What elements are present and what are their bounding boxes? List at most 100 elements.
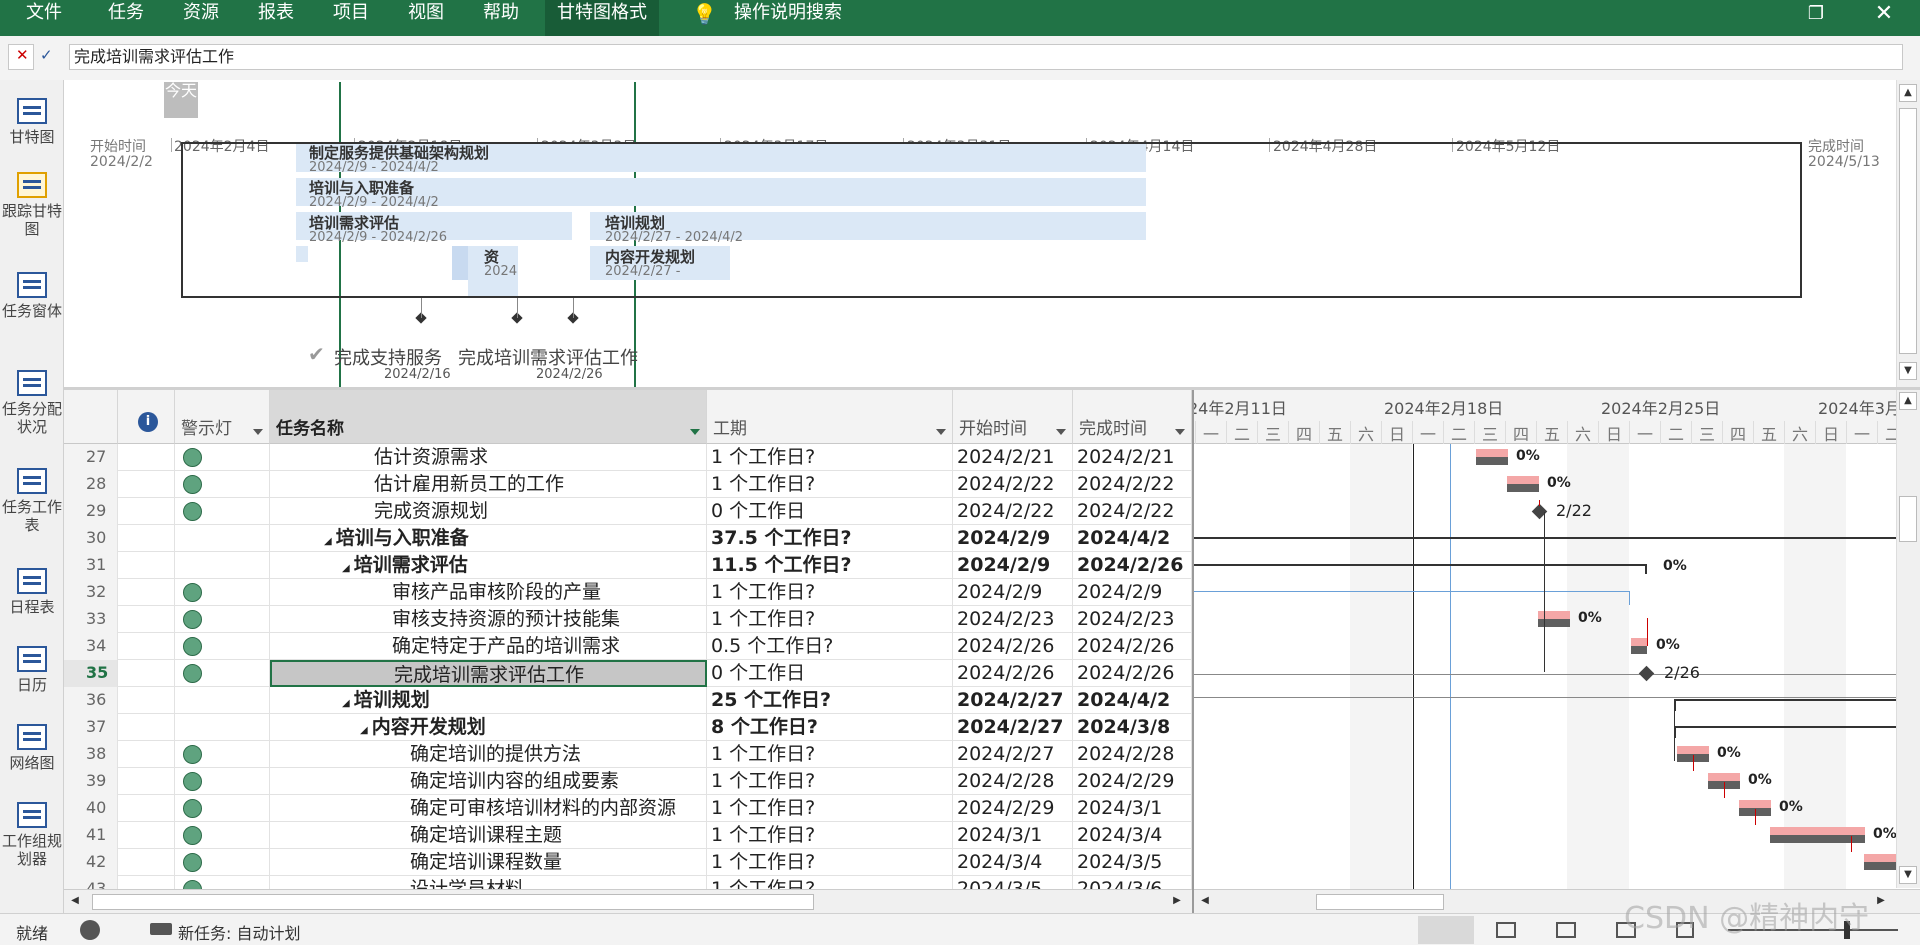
row-id[interactable]: 41 — [64, 822, 118, 849]
finish-cell[interactable]: 2024/4/2 — [1073, 687, 1192, 714]
scroll-left-icon[interactable]: ◀ — [1196, 893, 1214, 911]
row-id[interactable]: 29 — [64, 498, 118, 525]
task-name-cell[interactable]: ◢ 培训规划 — [270, 687, 707, 714]
start-cell[interactable]: 2024/2/22 — [953, 471, 1073, 498]
finish-cell[interactable]: 2024/2/22 — [1073, 471, 1192, 498]
start-cell[interactable]: 2024/3/1 — [953, 822, 1073, 849]
start-cell[interactable]: 2024/2/22 — [953, 498, 1073, 525]
table-row[interactable]: 33 审核支持资源的预计技能集 1 个工作日? 2024/2/23 2024/2/23 — [64, 606, 1192, 633]
view-network[interactable]: 网络图 — [0, 724, 64, 772]
task-name-cell[interactable]: ◢ 内容开发规划 — [270, 714, 707, 741]
scroll-right-icon[interactable]: ▶ — [1872, 893, 1890, 911]
collapse-triangle-icon[interactable]: ◢ — [324, 536, 332, 547]
info-cell[interactable] — [118, 525, 175, 552]
row-id[interactable]: 35 — [64, 660, 118, 687]
start-column-header[interactable]: 开始时间 — [953, 390, 1073, 444]
indicator-cell[interactable] — [175, 768, 270, 795]
finish-cell[interactable]: 2024/3/4 — [1073, 822, 1192, 849]
row-id[interactable]: 32 — [64, 579, 118, 606]
info-cell[interactable] — [118, 687, 175, 714]
scroll-thumb[interactable] — [1316, 894, 1444, 910]
duration-cell[interactable]: 0 个工作日 — [707, 498, 953, 525]
start-cell[interactable]: 2024/3/4 — [953, 849, 1073, 876]
task-name-cell[interactable]: 估计资源需求 — [270, 444, 707, 471]
timeline-bar[interactable] — [296, 246, 308, 262]
duration-cell[interactable]: 37.5 个工作日? — [707, 525, 953, 552]
scroll-down-icon[interactable]: ▼ — [1899, 362, 1917, 380]
task-name-cell[interactable]: 设计学员材料 — [270, 876, 707, 890]
duration-cell[interactable]: 1 个工作日? — [707, 444, 953, 471]
finish-cell[interactable]: 2024/2/26 — [1073, 633, 1192, 660]
row-id[interactable]: 43 — [64, 876, 118, 890]
table-row[interactable]: 29 完成资源规划 0 个工作日 2024/2/22 2024/2/22 — [64, 498, 1192, 525]
duration-cell[interactable]: 25 个工作日? — [707, 687, 953, 714]
collapse-triangle-icon[interactable]: ◢ — [360, 725, 368, 736]
info-cell[interactable] — [118, 849, 175, 876]
start-cell[interactable]: 2024/2/27 — [953, 741, 1073, 768]
start-cell[interactable]: 2024/2/26 — [953, 660, 1073, 687]
name-column-header[interactable]: 任务名称 — [270, 390, 707, 444]
duration-cell[interactable]: 1 个工作日? — [707, 795, 953, 822]
indicator-cell[interactable] — [175, 579, 270, 606]
select-all-header[interactable] — [64, 390, 118, 444]
start-cell[interactable]: 2024/2/27 — [953, 714, 1073, 741]
tab-resource[interactable]: 资源 — [171, 0, 231, 36]
scroll-left-icon[interactable]: ◀ — [66, 893, 84, 911]
finish-cell[interactable]: 2024/2/21 — [1073, 444, 1192, 471]
task-name-cell[interactable]: 确定培训课程数量 — [270, 849, 707, 876]
finish-cell[interactable]: 2024/2/26 — [1073, 660, 1192, 687]
team-planner-shortcut-icon[interactable] — [1556, 922, 1576, 938]
table-row[interactable]: 27 估计资源需求 1 个工作日? 2024/2/21 2024/2/21 — [64, 444, 1192, 471]
view-tracking-gantt[interactable]: 跟踪甘特图 — [0, 172, 64, 238]
info-cell[interactable] — [118, 444, 175, 471]
milestone-marker[interactable] — [1638, 665, 1655, 682]
tab-task[interactable]: 任务 — [96, 0, 156, 36]
info-cell[interactable] — [118, 606, 175, 633]
finish-cell[interactable]: 2024/2/26 — [1073, 552, 1192, 579]
info-cell[interactable] — [118, 822, 175, 849]
start-cell[interactable]: 2024/2/9 — [953, 552, 1073, 579]
tab-report[interactable]: 报表 — [246, 0, 306, 36]
start-cell[interactable]: 2024/2/27 — [953, 687, 1073, 714]
summary-bar[interactable] — [1194, 537, 1896, 539]
info-cell[interactable] — [118, 471, 175, 498]
indicator-cell[interactable] — [175, 876, 270, 890]
table-hscroll[interactable]: ◀ ▶ — [64, 889, 1192, 913]
duration-cell[interactable]: 11.5 个工作日? — [707, 552, 953, 579]
info-cell[interactable] — [118, 498, 175, 525]
duration-column-header[interactable]: 工期 — [707, 390, 953, 444]
task-name-cell[interactable]: 确定培训的提供方法 — [270, 741, 707, 768]
info-cell[interactable] — [118, 579, 175, 606]
indicator-cell[interactable] — [175, 525, 270, 552]
indicator-cell[interactable] — [175, 660, 270, 687]
finish-cell[interactable]: 2024/2/22 — [1073, 498, 1192, 525]
start-cell[interactable]: 2024/2/9 — [953, 579, 1073, 606]
table-row[interactable]: 36 ◢ 培训规划 25 个工作日? 2024/2/27 2024/4/2 — [64, 687, 1192, 714]
task-name-cell[interactable]: 确定特定于产品的培训需求 — [270, 633, 707, 660]
duration-cell[interactable]: 1 个工作日? — [707, 876, 953, 890]
tell-me-search[interactable]: 操作说明搜索 — [722, 0, 854, 36]
summary-bar[interactable] — [1674, 726, 1896, 728]
scroll-right-icon[interactable]: ▶ — [1168, 893, 1186, 911]
tab-gantt-format[interactable]: 甘特图格式 — [545, 0, 659, 36]
row-id[interactable]: 37 — [64, 714, 118, 741]
indicator-column-header[interactable]: 警示灯 — [175, 390, 270, 444]
finish-cell[interactable]: 2024/2/9 — [1073, 579, 1192, 606]
scroll-up-icon[interactable]: ▲ — [1899, 84, 1917, 102]
duration-cell[interactable]: 0.5 个工作日? — [707, 633, 953, 660]
gantt-chart[interactable]: 0%0%2/220%0%0%2/260%0%0%0%0% 24年2月11日202… — [1194, 390, 1896, 890]
dropdown-icon[interactable] — [936, 429, 946, 435]
duration-cell[interactable]: 1 个工作日? — [707, 579, 953, 606]
duration-cell[interactable]: 0 个工作日 — [707, 660, 953, 687]
info-cell[interactable] — [118, 768, 175, 795]
row-id[interactable]: 42 — [64, 849, 118, 876]
duration-cell[interactable]: 8 个工作日? — [707, 714, 953, 741]
indicator-cell[interactable] — [175, 606, 270, 633]
info-cell[interactable] — [118, 552, 175, 579]
task-name-cell[interactable]: 审核支持资源的预计技能集 — [270, 606, 707, 633]
info-cell[interactable] — [118, 714, 175, 741]
start-cell[interactable]: 2024/2/26 — [953, 633, 1073, 660]
start-cell[interactable]: 2024/2/9 — [953, 525, 1073, 552]
task-name-cell[interactable]: ◢ 培训需求评估 — [270, 552, 707, 579]
scroll-thumb[interactable] — [1899, 108, 1917, 354]
